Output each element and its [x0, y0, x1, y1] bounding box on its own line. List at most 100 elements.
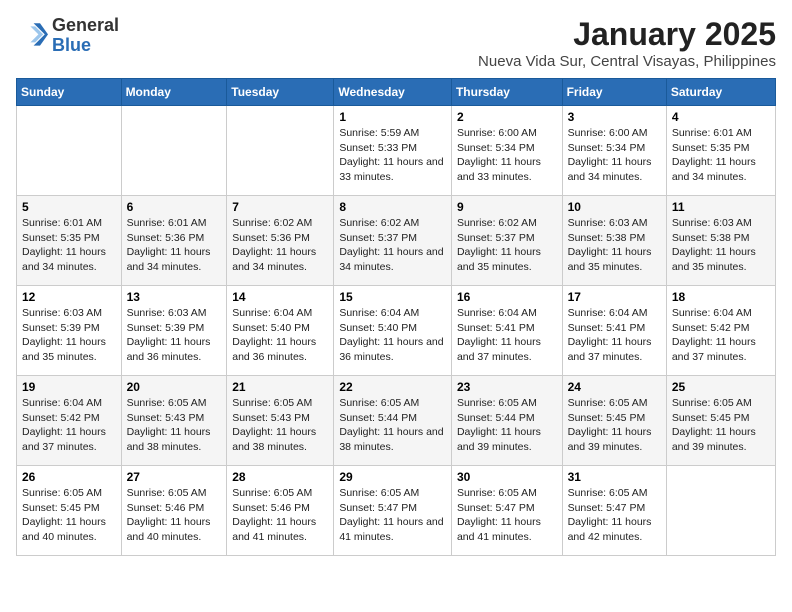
day-number: 17 [568, 290, 661, 304]
day-number: 22 [339, 380, 446, 394]
day-info: Sunrise: 6:03 AMSunset: 5:39 PMDaylight:… [22, 307, 106, 363]
day-info: Sunrise: 6:00 AMSunset: 5:34 PMDaylight:… [568, 127, 652, 183]
calendar-week-row: 19 Sunrise: 6:04 AMSunset: 5:42 PMDayligh… [17, 376, 776, 466]
weekday-header-row: SundayMondayTuesdayWednesdayThursdayFrid… [17, 79, 776, 106]
day-info: Sunrise: 6:05 AMSunset: 5:47 PMDaylight:… [339, 487, 443, 543]
day-info: Sunrise: 6:01 AMSunset: 5:35 PMDaylight:… [672, 127, 756, 183]
calendar-cell: 4 Sunrise: 6:01 AMSunset: 5:35 PMDaylight… [666, 106, 775, 196]
calendar-cell: 12 Sunrise: 6:03 AMSunset: 5:39 PMDayligh… [17, 286, 122, 376]
day-number: 8 [339, 200, 446, 214]
day-info: Sunrise: 6:00 AMSunset: 5:34 PMDaylight:… [457, 127, 541, 183]
calendar-cell: 29Sunrise: 6:05 AMSunset: 5:47 PMDayligh… [334, 466, 452, 556]
weekday-header-friday: Friday [562, 79, 666, 106]
day-info: Sunrise: 6:05 AMSunset: 5:45 PMDaylight:… [568, 397, 652, 453]
day-number: 2 [457, 110, 557, 124]
calendar-week-row: 5 Sunrise: 6:01 AMSunset: 5:35 PMDaylight… [17, 196, 776, 286]
weekday-header-monday: Monday [121, 79, 227, 106]
calendar-cell: 14 Sunrise: 6:04 AMSunset: 5:40 PMDayligh… [227, 286, 334, 376]
day-info: Sunrise: 6:01 AMSunset: 5:36 PMDaylight:… [127, 217, 211, 273]
day-number: 14 [232, 290, 328, 304]
calendar-cell: 15 Sunrise: 6:04 AMSunset: 5:40 PMDayligh… [334, 286, 452, 376]
day-number: 13 [127, 290, 222, 304]
day-info: Sunrise: 6:05 AMSunset: 5:45 PMDaylight:… [672, 397, 756, 453]
calendar-cell [666, 466, 775, 556]
weekday-header-sunday: Sunday [17, 79, 122, 106]
day-info: Sunrise: 6:04 AMSunset: 5:40 PMDaylight:… [339, 307, 443, 363]
logo: General Blue [16, 16, 119, 56]
day-info: Sunrise: 6:05 AMSunset: 5:47 PMDaylight:… [568, 487, 652, 543]
calendar-cell: 21Sunrise: 6:05 AMSunset: 5:43 PMDayligh… [227, 376, 334, 466]
day-number: 18 [672, 290, 770, 304]
calendar-week-row: 1 Sunrise: 5:59 AMSunset: 5:33 PMDaylight… [17, 106, 776, 196]
day-info: Sunrise: 6:05 AMSunset: 5:46 PMDaylight:… [232, 487, 316, 543]
calendar-cell: 30 Sunrise: 6:05 AMSunset: 5:47 PMDayligh… [451, 466, 562, 556]
calendar-body: 1 Sunrise: 5:59 AMSunset: 5:33 PMDaylight… [17, 106, 776, 556]
calendar-header: SundayMondayTuesdayWednesdayThursdayFrid… [17, 79, 776, 106]
day-number: 1 [339, 110, 446, 124]
day-number: 20 [127, 380, 222, 394]
calendar-cell: 6 Sunrise: 6:01 AMSunset: 5:36 PMDaylight… [121, 196, 227, 286]
day-info: Sunrise: 6:04 AMSunset: 5:42 PMDaylight:… [22, 397, 106, 453]
day-info: Sunrise: 6:03 AMSunset: 5:38 PMDaylight:… [568, 217, 652, 273]
day-info: Sunrise: 6:01 AMSunset: 5:35 PMDaylight:… [22, 217, 106, 273]
day-info: Sunrise: 6:04 AMSunset: 5:41 PMDaylight:… [457, 307, 541, 363]
day-number: 12 [22, 290, 116, 304]
day-number: 25 [672, 380, 770, 394]
day-number: 16 [457, 290, 557, 304]
day-number: 7 [232, 200, 328, 214]
day-number: 19 [22, 380, 116, 394]
weekday-header-thursday: Thursday [451, 79, 562, 106]
location-title: Nueva Vida Sur, Central Visayas, Philipp… [478, 53, 776, 70]
weekday-header-tuesday: Tuesday [227, 79, 334, 106]
logo-text: General Blue [52, 16, 119, 56]
logo-blue: Blue [52, 35, 91, 55]
calendar-cell: 23 Sunrise: 6:05 AMSunset: 5:44 PMDayligh… [451, 376, 562, 466]
day-info: Sunrise: 6:05 AMSunset: 5:44 PMDaylight:… [457, 397, 541, 453]
calendar-cell: 27Sunrise: 6:05 AMSunset: 5:46 PMDayligh… [121, 466, 227, 556]
day-info: Sunrise: 6:02 AMSunset: 5:37 PMDaylight:… [457, 217, 541, 273]
calendar-cell: 19 Sunrise: 6:04 AMSunset: 5:42 PMDayligh… [17, 376, 122, 466]
month-title: January 2025 [478, 16, 776, 53]
day-number: 26 [22, 470, 116, 484]
day-info: Sunrise: 6:04 AMSunset: 5:42 PMDaylight:… [672, 307, 756, 363]
calendar-cell: 31Sunrise: 6:05 AMSunset: 5:47 PMDayligh… [562, 466, 666, 556]
weekday-header-wednesday: Wednesday [334, 79, 452, 106]
calendar-table: SundayMondayTuesdayWednesdayThursdayFrid… [16, 78, 776, 556]
day-number: 30 [457, 470, 557, 484]
calendar-cell: 26Sunrise: 6:05 AMSunset: 5:45 PMDayligh… [17, 466, 122, 556]
day-info: Sunrise: 5:59 AMSunset: 5:33 PMDaylight:… [339, 127, 443, 183]
day-info: Sunrise: 6:02 AMSunset: 5:37 PMDaylight:… [339, 217, 443, 273]
day-number: 6 [127, 200, 222, 214]
day-number: 15 [339, 290, 446, 304]
calendar-cell: 9Sunrise: 6:02 AMSunset: 5:37 PMDaylight… [451, 196, 562, 286]
logo-icon [16, 20, 48, 52]
calendar-cell: 28 Sunrise: 6:05 AMSunset: 5:46 PMDayligh… [227, 466, 334, 556]
day-number: 23 [457, 380, 557, 394]
calendar-cell: 16 Sunrise: 6:04 AMSunset: 5:41 PMDayligh… [451, 286, 562, 376]
day-info: Sunrise: 6:03 AMSunset: 5:38 PMDaylight:… [672, 217, 756, 273]
logo-general: General [52, 15, 119, 35]
day-number: 3 [568, 110, 661, 124]
calendar-week-row: 26Sunrise: 6:05 AMSunset: 5:45 PMDayligh… [17, 466, 776, 556]
calendar-cell [17, 106, 122, 196]
day-info: Sunrise: 6:05 AMSunset: 5:47 PMDaylight:… [457, 487, 541, 543]
day-number: 11 [672, 200, 770, 214]
page-header: General Blue January 2025 Nueva Vida Sur… [16, 16, 776, 70]
calendar-cell: 17Sunrise: 6:04 AMSunset: 5:41 PMDayligh… [562, 286, 666, 376]
calendar-cell: 18 Sunrise: 6:04 AMSunset: 5:42 PMDayligh… [666, 286, 775, 376]
day-info: Sunrise: 6:05 AMSunset: 5:44 PMDaylight:… [339, 397, 443, 453]
calendar-cell: 5 Sunrise: 6:01 AMSunset: 5:35 PMDaylight… [17, 196, 122, 286]
calendar-cell: 24 Sunrise: 6:05 AMSunset: 5:45 PMDayligh… [562, 376, 666, 466]
calendar-cell: 20Sunrise: 6:05 AMSunset: 5:43 PMDayligh… [121, 376, 227, 466]
day-info: Sunrise: 6:04 AMSunset: 5:40 PMDaylight:… [232, 307, 316, 363]
day-number: 28 [232, 470, 328, 484]
calendar-cell [121, 106, 227, 196]
calendar-cell: 10Sunrise: 6:03 AMSunset: 5:38 PMDayligh… [562, 196, 666, 286]
day-number: 5 [22, 200, 116, 214]
calendar-cell: 1 Sunrise: 5:59 AMSunset: 5:33 PMDaylight… [334, 106, 452, 196]
day-number: 24 [568, 380, 661, 394]
calendar-cell: 22 Sunrise: 6:05 AMSunset: 5:44 PMDayligh… [334, 376, 452, 466]
day-info: Sunrise: 6:03 AMSunset: 5:39 PMDaylight:… [127, 307, 211, 363]
day-number: 21 [232, 380, 328, 394]
day-number: 4 [672, 110, 770, 124]
